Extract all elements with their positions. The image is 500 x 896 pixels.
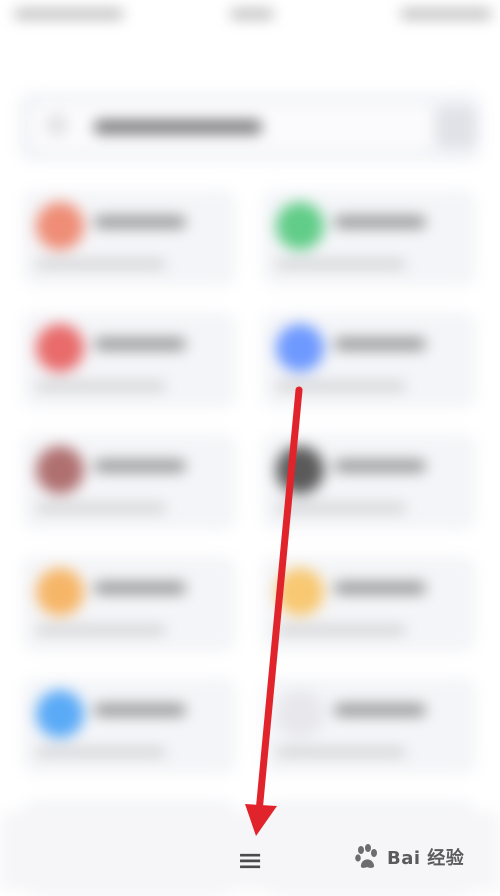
feature-tile[interactable] [262,556,476,652]
tile-title-blurred [94,460,186,472]
feature-tile[interactable] [22,678,236,774]
search-icon [48,116,66,134]
tile-subtitle-blurred [276,626,406,634]
tile-title-blurred [94,582,186,594]
tile-title-blurred [94,704,186,716]
search-side-button[interactable] [436,106,476,148]
feature-tile[interactable] [262,678,476,774]
status-time [230,9,274,19]
tile-title-blurred [334,460,426,472]
tile-subtitle-blurred [276,504,406,512]
status-battery [400,9,492,19]
status-bar [0,0,500,30]
feature-tile[interactable] [262,190,476,286]
app-icon [36,690,84,738]
feature-tile[interactable] [22,312,236,408]
app-icon [276,568,324,616]
feature-tile[interactable] [262,434,476,530]
watermark-text: Bai 经验 [387,848,465,869]
tile-title-blurred [334,216,426,228]
menu-button[interactable]: ≡ [232,840,268,880]
tile-subtitle-blurred [36,260,166,268]
feature-tile[interactable] [22,556,236,652]
tile-subtitle-blurred [276,382,406,390]
tile-title-blurred [94,338,186,350]
feature-tile[interactable] [262,312,476,408]
app-icon [36,568,84,616]
app-icon [276,202,324,250]
app-icon [36,202,84,250]
tile-subtitle-blurred [36,626,166,634]
search-placeholder-blurred [94,120,262,134]
search-box[interactable] [32,104,432,150]
tile-title-blurred [334,338,426,350]
tile-title-blurred [94,216,186,228]
search-panel [18,92,482,162]
app-icon [36,446,84,494]
status-carrier [14,9,124,19]
tile-title-blurred [334,704,426,716]
feature-tile[interactable] [22,190,236,286]
hamburger-menu-icon: ≡ [236,841,264,879]
feature-tile[interactable] [22,434,236,530]
tile-subtitle-blurred [276,260,406,268]
app-icon [36,324,84,372]
tile-subtitle-blurred [36,504,166,512]
app-icon [276,324,324,372]
tile-subtitle-blurred [36,382,166,390]
tile-subtitle-blurred [276,748,406,756]
baidu-paw-icon [355,844,377,868]
app-icon [276,446,324,494]
tile-subtitle-blurred [36,748,166,756]
watermark: Bai 经验 [353,836,489,878]
app-icon [276,690,324,738]
blurred-app-screen [0,0,500,896]
tile-title-blurred [334,582,426,594]
